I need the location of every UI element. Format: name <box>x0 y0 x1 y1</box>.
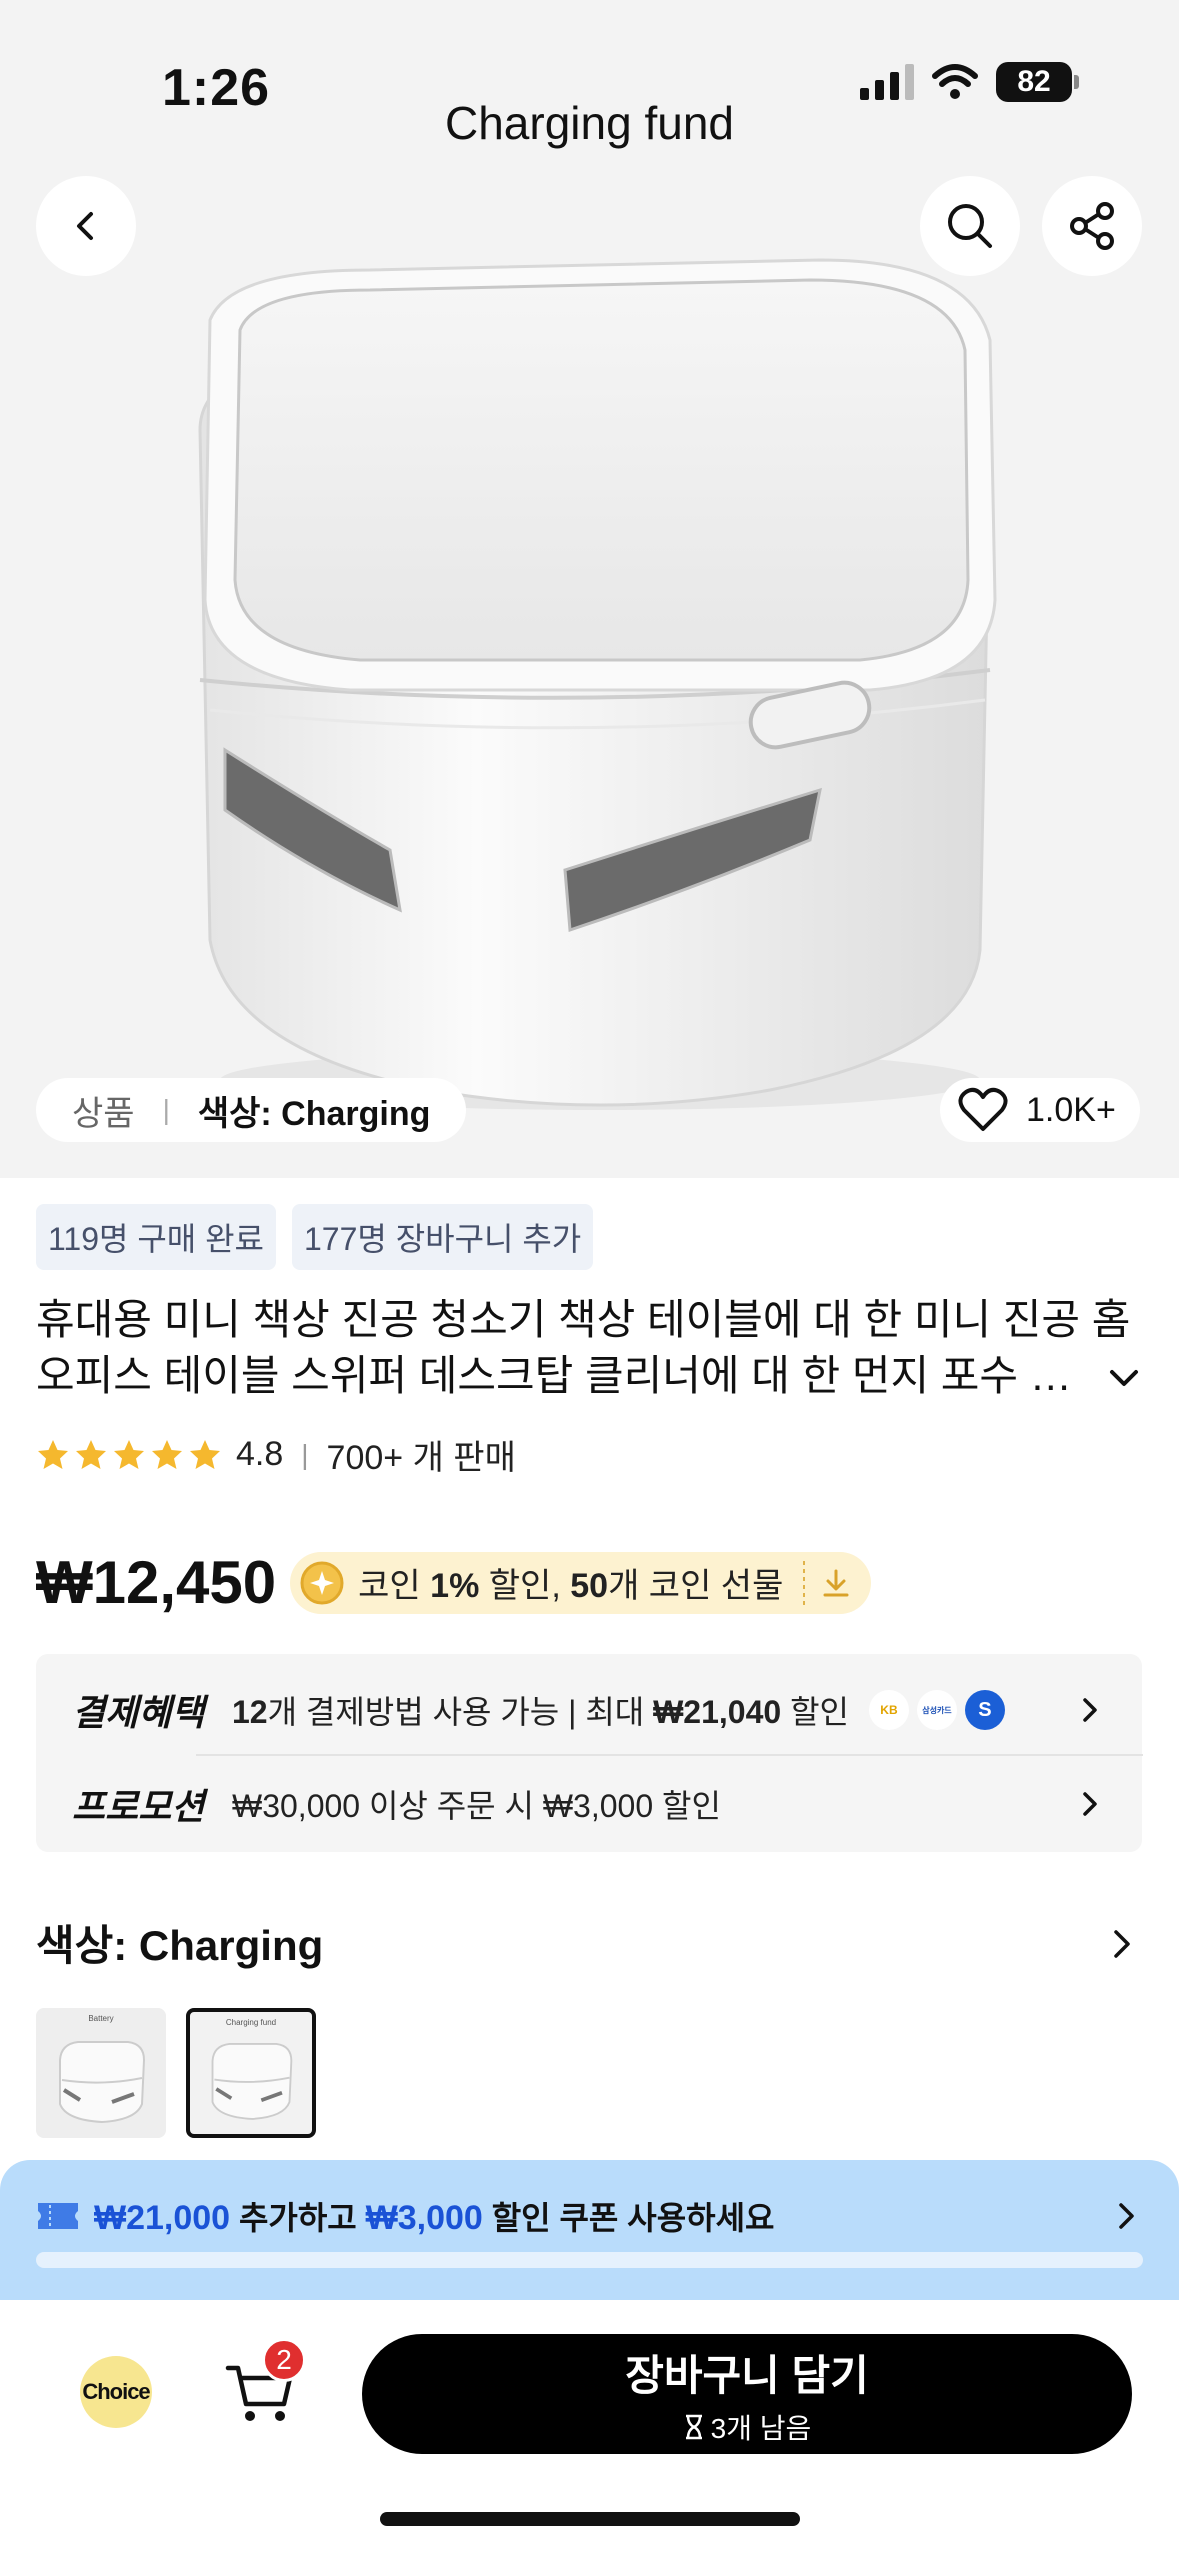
home-indicator <box>380 2512 800 2526</box>
chevron-right-icon[interactable] <box>1104 1926 1140 1962</box>
favorite-count: 1.0K+ <box>1026 1090 1116 1129</box>
heart-icon <box>958 1087 1008 1131</box>
coupon-progress-bar <box>36 2252 1143 2268</box>
divider: | <box>162 1094 170 1125</box>
coin-icon <box>300 1561 344 1604</box>
stock-note: 3개 남음 <box>683 2407 812 2447</box>
thumb-image <box>59 2041 146 2124</box>
variant-pill[interactable]: 상품 | 색상: Charging <box>36 1078 467 1142</box>
expand-title-icon[interactable] <box>1104 1358 1144 1398</box>
divider: | <box>301 1438 309 1470</box>
payment-amount: ₩21,040 <box>653 1694 782 1730</box>
thumb-image <box>211 2042 293 2120</box>
payment-benefit-heading: 결제혜택 <box>72 1692 205 1733</box>
promotion-heading: 프로모션 <box>72 1786 205 1827</box>
star-rating <box>36 1438 222 1472</box>
cart-add-count-tag: 177명 장바구니 추가 <box>292 1204 594 1270</box>
sold-count: 700+ 개 판매 <box>326 1439 516 1477</box>
payment-benefit-row[interactable]: 결제혜택 12개 결제방법 사용 가능 | 최대 ₩21,040 할인 KB 삼… <box>72 1670 1106 1750</box>
chevron-left-icon <box>77 212 93 240</box>
coin-text-3: 개 코인 선물 <box>608 1567 784 1605</box>
choice-badge[interactable]: Choice <box>80 2356 152 2428</box>
variant-value: 색상: Charging <box>197 1094 431 1133</box>
coupon-row: ₩21,000 추가하고 ₩3,000 할인 쿠폰 사용하세요 <box>36 2186 1143 2246</box>
cart-count-badge: 2 <box>262 2338 306 2382</box>
promotion-text: ₩30,000 이상 주문 시 ₩3,000 할인 <box>232 1788 721 1824</box>
coin-count: 50 <box>570 1567 609 1605</box>
star-icon <box>152 1439 182 1469</box>
page-title: Charging fund <box>445 97 734 149</box>
color-heading[interactable]: 색상: Charging <box>36 1912 323 1973</box>
download-icon[interactable] <box>819 1566 853 1600</box>
product-title[interactable]: 휴대용 미니 책상 진공 청소기 책상 테이블에 대 한 미니 진공 홈 오피스… <box>36 1292 1136 1404</box>
price: ₩12,450 <box>36 1549 277 1616</box>
divider <box>803 1560 806 1605</box>
favorite-button[interactable]: 1.0K+ <box>940 1078 1140 1142</box>
coupon-banner[interactable]: ₩21,000 추가하고 ₩3,000 할인 쿠폰 사용하세요 <box>0 2160 1179 2300</box>
payment-count: 12 <box>232 1694 268 1730</box>
payment-text: 개 결제방법 사용 가능 | 최대 <box>267 1694 645 1730</box>
price-row: ₩12,450 코인 1% 할인, 50개 코인 선물 <box>36 1548 872 1617</box>
product-title-line1: 휴대용 미니 책상 진공 청소기 책상 테이블에 대 한 미니 진공 홈 <box>36 1296 1131 1343</box>
coin-badge[interactable]: 코인 1% 할인, 50개 코인 선물 <box>290 1551 872 1614</box>
add-to-cart-label: 장바구니 담기 <box>625 2351 869 2399</box>
chevron-right-icon <box>1083 1792 1097 1816</box>
coupon-amount-2: ₩3,000 <box>365 2199 483 2237</box>
social-proof-tags: 119명 구매 완료 177명 장바구니 추가 <box>36 1204 594 1270</box>
coin-percent: 1% <box>430 1567 480 1605</box>
kb-card-icon: KB <box>868 1690 909 1730</box>
thumb-label: Charging fund <box>225 2018 277 2027</box>
hourglass-icon <box>685 2414 702 2439</box>
star-icon <box>76 1439 106 1469</box>
back-button[interactable] <box>36 176 136 276</box>
product-title-line2: 오피스 테이블 스위퍼 데스크탑 클리너에 대 한 먼지 포수 자동 <box>36 1352 1096 1399</box>
benefit-box: 결제혜택 12개 결제방법 사용 가능 | 최대 ₩21,040 할인 KB 삼… <box>36 1654 1142 1852</box>
search-icon <box>948 204 992 248</box>
star-icon <box>38 1439 68 1469</box>
coin-text-1: 코인 <box>358 1567 421 1605</box>
shinhan-card-icon: S <box>964 1690 1005 1730</box>
divider <box>196 1754 1143 1756</box>
star-icon <box>114 1439 144 1469</box>
thumb-label: Battery <box>88 2014 114 2023</box>
purchase-count-tag: 119명 구매 완료 <box>36 1204 276 1270</box>
payment-suffix: 할인 <box>790 1694 849 1730</box>
color-option-charging[interactable]: Charging fund <box>186 2008 316 2138</box>
coupon-ticket-icon <box>38 2203 78 2229</box>
chevron-right-icon <box>1083 1698 1097 1722</box>
coupon-text-2: 할인 쿠폰 사용하세요 <box>491 2200 775 2236</box>
share-icon <box>1070 202 1114 250</box>
coupon-amount-1: ₩21,000 <box>94 2199 231 2237</box>
chevron-right-icon <box>1119 2203 1134 2229</box>
rating-row[interactable]: 4.8 | 700+ 개 판매 <box>36 1430 516 1479</box>
variant-label: 상품 <box>72 1094 135 1133</box>
coin-text-2: 할인, <box>488 1567 561 1605</box>
card-icons: KB 삼성카드 S <box>868 1690 1005 1730</box>
product-hero: 1:26 82 Charging fund 상품 | 색상: Charging … <box>0 0 1179 1178</box>
product-image[interactable] <box>170 250 1030 1130</box>
add-to-cart-button[interactable]: 장바구니 담기 3개 남음 <box>362 2334 1132 2454</box>
wifi-icon <box>932 64 978 99</box>
coupon-text-1: 추가하고 <box>238 2200 357 2236</box>
share-button[interactable] <box>1042 176 1142 276</box>
stock-note-text: 3개 남음 <box>710 2412 812 2444</box>
color-option-battery[interactable]: Battery <box>36 2008 166 2138</box>
promotion-row[interactable]: 프로모션 ₩30,000 이상 주문 시 ₩3,000 할인 <box>72 1764 1106 1844</box>
samsung-card-icon: 삼성카드 <box>916 1690 957 1730</box>
signal-icon <box>860 64 914 100</box>
star-icon <box>190 1439 220 1469</box>
rating-value: 4.8 <box>236 1435 284 1473</box>
